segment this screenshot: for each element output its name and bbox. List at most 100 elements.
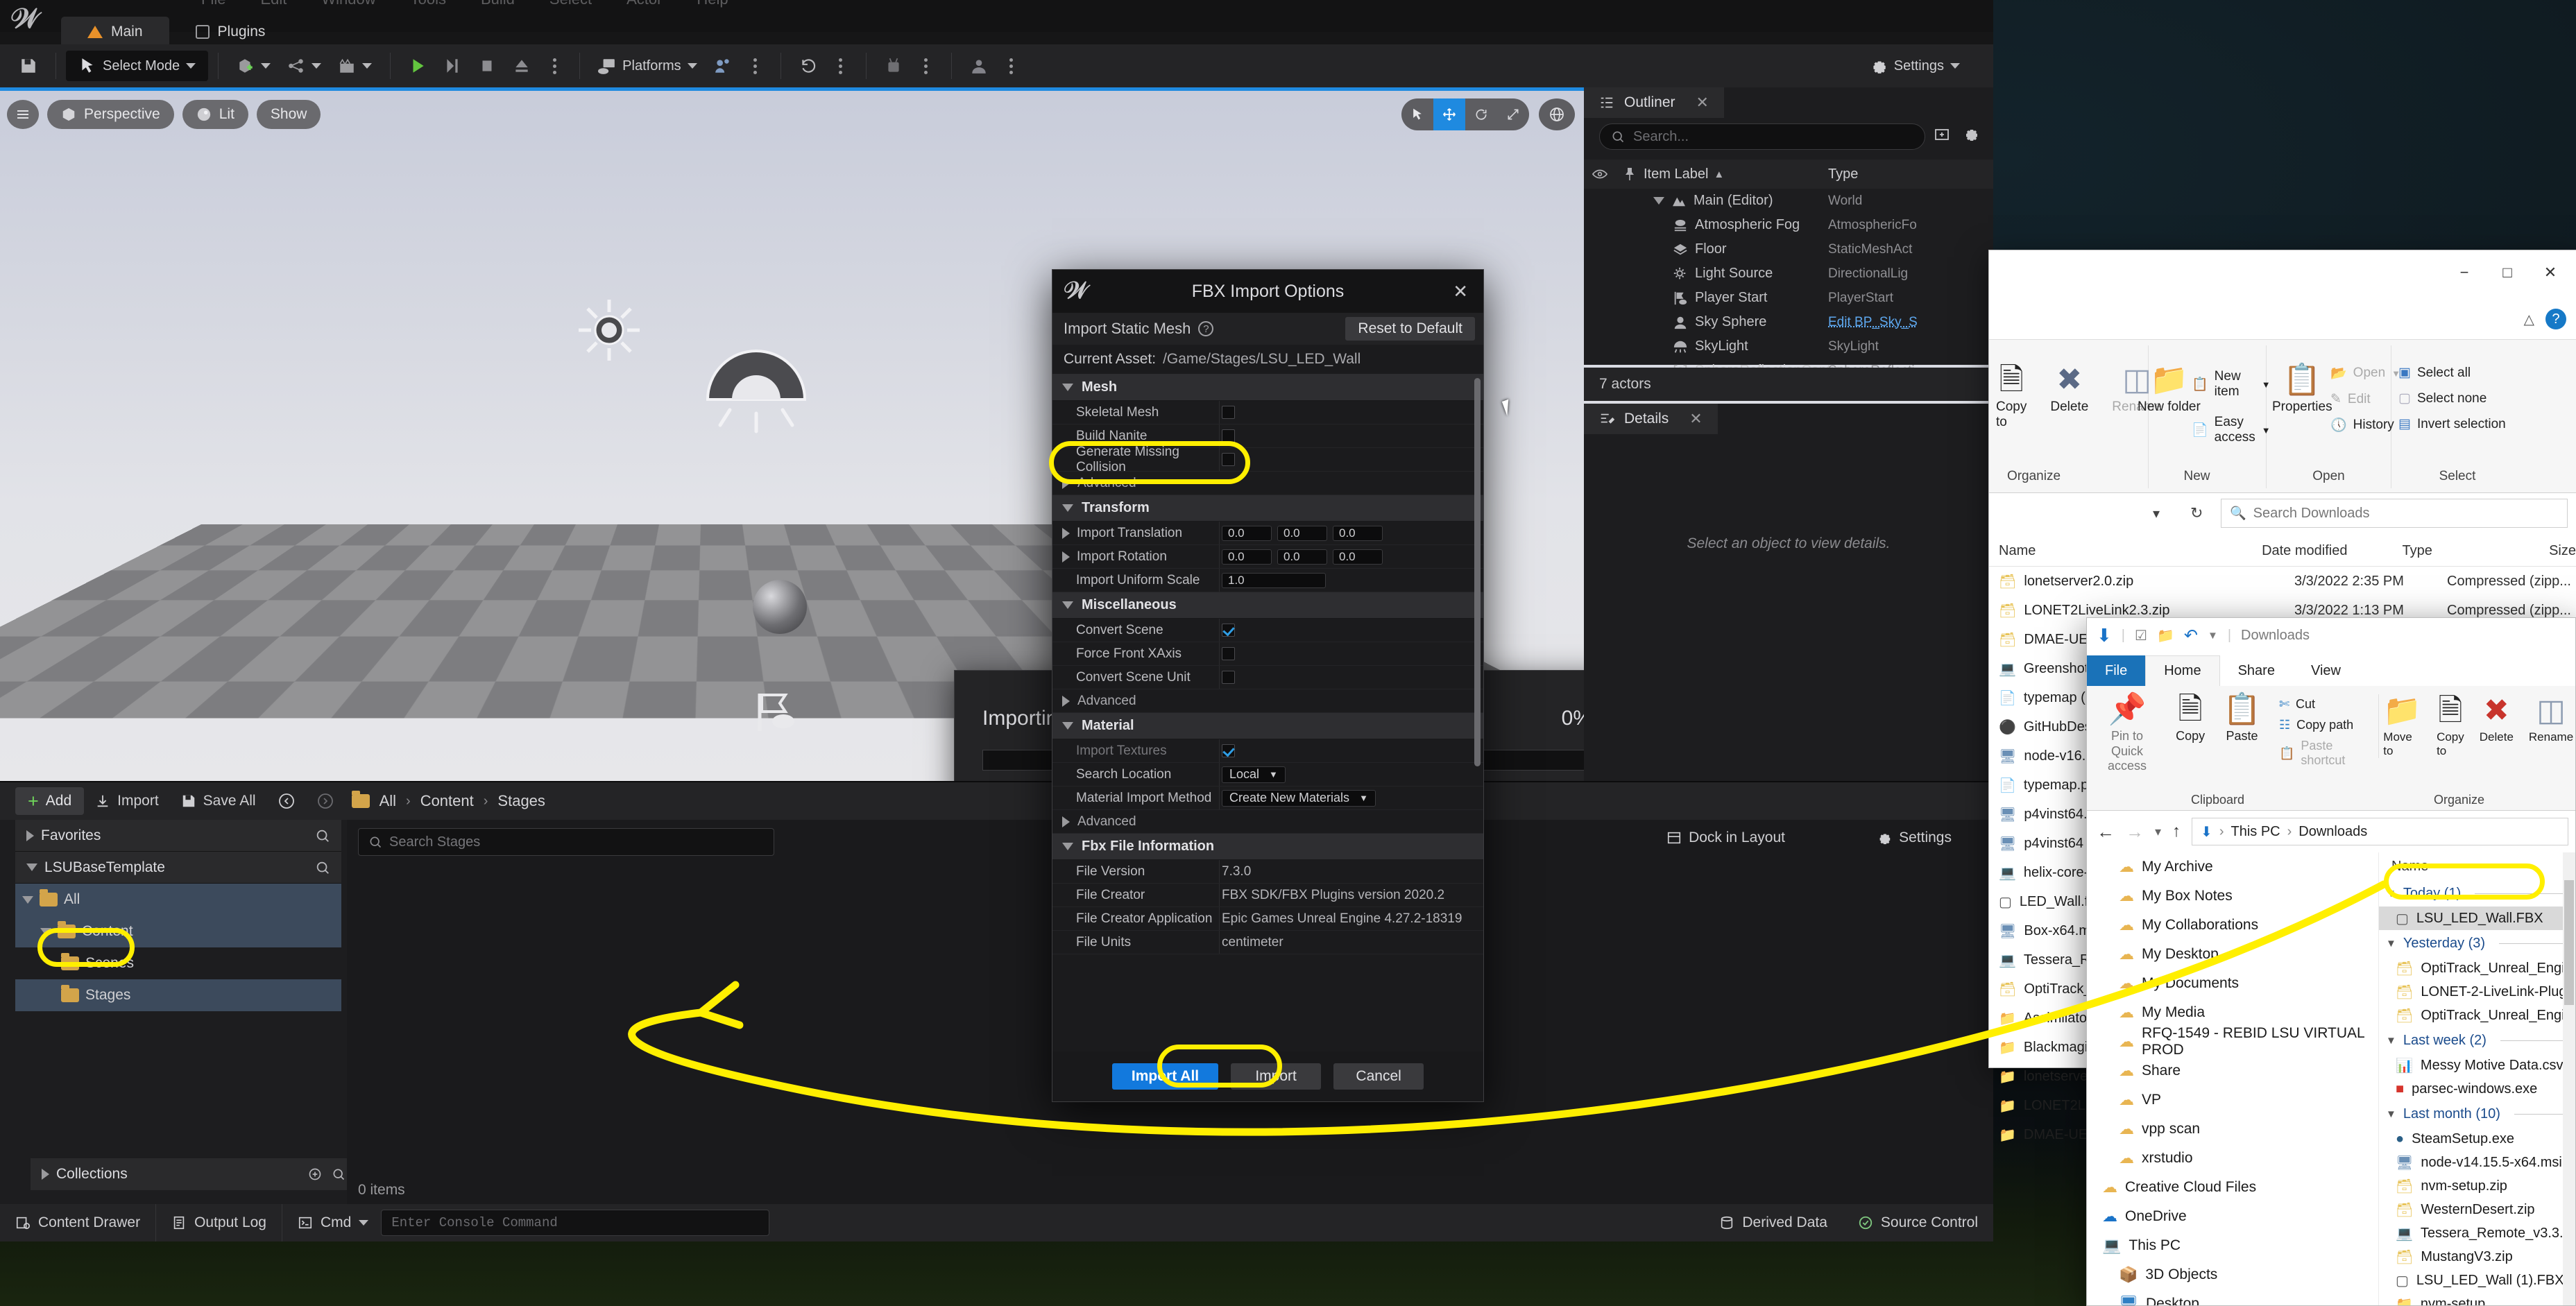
- explorer-front-file-row[interactable]: 📁 nvm-setup: [2379, 1292, 2575, 1306]
- content-drawer-button[interactable]: Content Drawer: [0, 1204, 157, 1241]
- fbx-property-row[interactable]: Skeletal Mesh: [1052, 401, 1483, 424]
- select-tool-icon[interactable]: [1401, 98, 1433, 130]
- undo-history-icon[interactable]: [791, 51, 826, 81]
- fbx-number-input[interactable]: 0.0: [1333, 525, 1383, 541]
- explorer-front-file-row[interactable]: 🗃 LONET-2-LiveLink-Plugin-mast: [2379, 980, 2575, 1004]
- forward-button[interactable]: [306, 787, 345, 815]
- fbx-checkbox[interactable]: [1222, 429, 1235, 443]
- explorer-front-file-row[interactable]: ▢ LSU_LED_Wall (1).FBX: [2379, 1269, 2575, 1292]
- viewport-lit-button[interactable]: Lit: [182, 100, 248, 129]
- collab-icon[interactable]: [706, 51, 740, 81]
- breadcrumb-downloads[interactable]: Downloads: [2298, 824, 2367, 840]
- fbx-property-row[interactable]: Generate Missing Collision: [1052, 445, 1483, 474]
- explorer-front-file-row[interactable]: 🗃 OptiTrack_Unreal_Engine_5_Plu: [2379, 1004, 2575, 1027]
- fbx-property-row[interactable]: Import Translation 0.0 0.0 0.0: [1052, 522, 1483, 545]
- move-tool-icon[interactable]: [1433, 98, 1465, 130]
- new-folder-icon[interactable]: [1934, 126, 1950, 142]
- source-tree-item-stages[interactable]: Stages: [15, 979, 341, 1011]
- outliner-tab[interactable]: Outliner ✕: [1584, 87, 1724, 118]
- chevron-right-icon[interactable]: [1062, 695, 1070, 707]
- dock-in-layout-button[interactable]: Dock in Layout: [1666, 830, 1785, 846]
- open-button[interactable]: 📂 Open ▼: [2330, 365, 2400, 381]
- fbx-property-row[interactable]: Convert Scene: [1052, 619, 1483, 642]
- tab-home[interactable]: Home: [2145, 655, 2220, 686]
- fbx-property-row[interactable]: File Creator FBX SDK/FBX Plugins version …: [1052, 884, 1483, 907]
- outliner-row-main[interactable]: Main (Editor) World: [1584, 189, 1993, 213]
- menu-window[interactable]: Window: [321, 0, 375, 8]
- fbx-checkbox[interactable]: [1222, 671, 1235, 684]
- breadcrumb-this-pc[interactable]: This PC: [2230, 824, 2280, 840]
- chevron-down-icon[interactable]: [1062, 722, 1073, 730]
- explorer-tree-item[interactable]: ☁ My Archive: [2087, 852, 2378, 882]
- sphere-reflection-capture-actor[interactable]: [753, 580, 807, 634]
- explorer-tree-item[interactable]: ☁ VP: [2087, 1085, 2378, 1115]
- fbx-section-header[interactable]: Transform: [1052, 495, 1483, 522]
- help-icon[interactable]: ?: [2545, 309, 2566, 329]
- fbx-property-row[interactable]: Convert Scene Unit: [1052, 666, 1483, 689]
- fbx-number-input[interactable]: 0.0: [1277, 525, 1327, 541]
- col-item-label[interactable]: Item Label: [1644, 166, 1708, 182]
- menu-items[interactable]: File Edit Window Tools Build Select Acto…: [201, 0, 728, 8]
- collab-options-button[interactable]: [740, 51, 771, 81]
- explorer-tree-item[interactable]: 📦 3D Objects: [2087, 1260, 2378, 1289]
- explorer-front-file-row[interactable]: 🗃 MustangV3.zip: [2379, 1245, 2575, 1269]
- chevron-up-icon[interactable]: △: [2524, 311, 2534, 328]
- directional-light-actor[interactable]: [574, 295, 644, 365]
- copy-to-button[interactable]: 🗎 Copy to: [1996, 365, 2027, 430]
- details-tab[interactable]: Details ✕: [1584, 404, 1718, 434]
- chevron-down-icon[interactable]: ▼: [2386, 1108, 2396, 1120]
- menu-build[interactable]: Build: [481, 0, 515, 8]
- project-section[interactable]: LSUBaseTemplate: [15, 852, 341, 884]
- blueprints-button[interactable]: [279, 51, 330, 81]
- pin-to-quick-access-button[interactable]: 📌 Pin to Quick access: [2097, 694, 2158, 774]
- chevron-right-icon[interactable]: [1062, 527, 1070, 539]
- explorer-back-file-row[interactable]: 🗃 lonetserver2.0.zip 3/3/2022 2:35 PM Compr…: [1989, 567, 2576, 596]
- add-collection-icon[interactable]: [308, 1167, 322, 1181]
- file-group-header[interactable]: ▼ Today (1): [2379, 880, 2575, 907]
- menu-help[interactable]: Help: [697, 0, 728, 8]
- fbx-property-row[interactable]: File Version 7.3.0: [1052, 860, 1483, 884]
- save-all-button[interactable]: Save All: [170, 787, 267, 815]
- copy-path-button[interactable]: ☷ Copy path: [2279, 718, 2360, 732]
- search-icon[interactable]: [332, 1167, 346, 1181]
- tab-share[interactable]: Share: [2220, 655, 2293, 686]
- cancel-button[interactable]: Cancel: [1333, 1063, 1424, 1090]
- help-icon[interactable]: ?: [1198, 321, 1214, 336]
- fbx-property-row[interactable]: Import Uniform Scale 1.0: [1052, 569, 1483, 592]
- file-group-header[interactable]: ▼ Last month (10): [2379, 1101, 2575, 1127]
- history-button[interactable]: 🕔 History: [2330, 417, 2400, 433]
- avatar[interactable]: [962, 51, 996, 81]
- vcam-icon[interactable]: [876, 51, 911, 81]
- search-stages-input[interactable]: Search Stages: [358, 828, 774, 856]
- fbx-checkbox[interactable]: [1222, 406, 1235, 419]
- close-icon[interactable]: ✕: [1453, 281, 1468, 302]
- copy-to-button[interactable]: 🗎 Copy to: [2437, 696, 2464, 758]
- explorer-tree-item[interactable]: ☁ My Collaborations: [2087, 911, 2378, 940]
- explorer-front-file-row[interactable]: 🖥 node-v14.15.5-x64.msi: [2379, 1151, 2575, 1174]
- delete-button[interactable]: ✖ Delete: [2480, 696, 2514, 758]
- tab-main[interactable]: Main: [61, 17, 169, 47]
- recent-locations-icon[interactable]: ▾: [2155, 825, 2161, 839]
- chevron-down-icon[interactable]: [1062, 843, 1073, 850]
- fbx-number-input[interactable]: 0.0: [1222, 549, 1272, 565]
- search-icon[interactable]: [315, 828, 330, 843]
- outliner-row-playerstart[interactable]: Player Start PlayerStart: [1584, 286, 1993, 310]
- col-type[interactable]: Type: [2402, 543, 2549, 559]
- tab-view[interactable]: View: [2293, 655, 2359, 686]
- list-header-name[interactable]: Name: [2379, 852, 2575, 880]
- rotate-tool-icon[interactable]: [1465, 98, 1497, 130]
- refresh-icon[interactable]: ↻: [2190, 504, 2203, 522]
- chevron-down-icon[interactable]: ▼: [2208, 630, 2218, 642]
- pin-icon[interactable]: [1625, 167, 1635, 181]
- scrollbar-thumb[interactable]: [2564, 880, 2574, 1005]
- select-none-button[interactable]: ▢ Select none: [2398, 390, 2506, 406]
- minimize-icon[interactable]: −: [2443, 257, 2486, 288]
- outliner-row-skysphere[interactable]: Sky Sphere Edit BP_Sky_S: [1584, 310, 1993, 334]
- chevron-down-icon[interactable]: ▼: [2386, 938, 2396, 950]
- explorer-tree-item[interactable]: ☁ OneDrive: [2087, 1202, 2378, 1231]
- forward-arrow-icon[interactable]: →: [2126, 821, 2144, 843]
- source-tree-item-scenes[interactable]: Scenes: [15, 947, 341, 979]
- properties-button[interactable]: 📋 Properties: [2272, 365, 2332, 415]
- easy-access-button[interactable]: 📄 Easy access ▼: [2192, 415, 2271, 445]
- cinematics-button[interactable]: [330, 51, 380, 81]
